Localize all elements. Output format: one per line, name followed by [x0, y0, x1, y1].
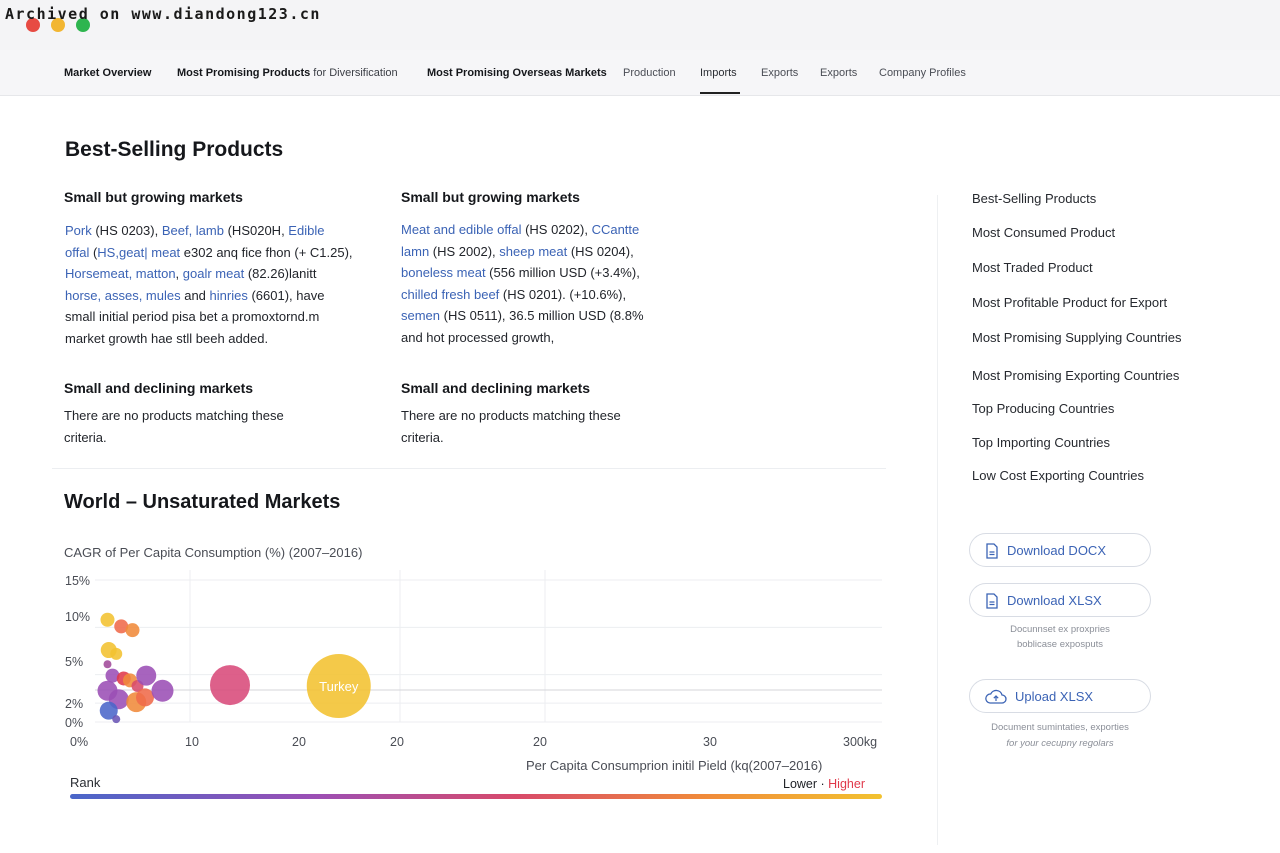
upload-xlsx-label: Upload XLSX: [1015, 689, 1094, 704]
download-hint-line-1: Docunnset ex proxpries: [1010, 624, 1110, 635]
bubble-point: [136, 688, 154, 707]
document-icon: [986, 543, 998, 559]
bubble-label: Turkey: [319, 679, 359, 694]
y-tick-label: 5%: [65, 655, 83, 669]
legend-higher: Higher: [828, 777, 865, 791]
upload-hint-line-2: for your cecupny regolars: [1006, 738, 1114, 749]
y-tick-label: 15%: [65, 574, 90, 588]
x-tick-label: 20: [292, 735, 306, 749]
sidebar-link-most-traded[interactable]: Most Traded Product: [972, 260, 1093, 275]
x-tick-label: 20: [390, 735, 404, 749]
bubble-point: [103, 660, 112, 669]
y-tick-label: 10%: [65, 610, 90, 624]
legend-lower: Lower: [783, 777, 818, 791]
legend-separator: ·: [817, 777, 829, 791]
sidebar-link-most-consumed[interactable]: Most Consumed Product: [972, 225, 1115, 240]
x-tick-label: 20: [533, 735, 547, 749]
download-xlsx-button[interactable]: Download XLSX: [969, 583, 1151, 617]
sidebar-link-exporting-countries[interactable]: Most Promising Exporting Countries: [972, 368, 1179, 383]
rank-label: Rank: [70, 775, 101, 790]
y-tick-label: 2%: [65, 697, 83, 711]
y-tick-label: 0%: [65, 716, 83, 730]
download-docx-label: Download DOCX: [1007, 543, 1106, 558]
download-docx-button[interactable]: Download DOCX: [969, 533, 1151, 567]
upload-hint-line-1: Document sumintaties, exporties: [991, 722, 1129, 733]
x-tick-label: 300kg: [843, 735, 877, 749]
x-axis-label: Per Capita Consumprion initil Pield (kq(…: [526, 758, 822, 773]
sidebar-link-producing-countries[interactable]: Top Producing Countries: [972, 401, 1114, 416]
document-icon: [986, 593, 998, 609]
bubble-point: [110, 647, 123, 660]
unsaturated-markets-chart: 15% 10% 5% 2% 0% 0% 10 20 20 20 30 300kg Per Capita …: [65, 570, 882, 773]
sidebar-divider: [937, 195, 938, 845]
bubble-point: [125, 623, 140, 638]
bubble-point: [210, 665, 250, 706]
bubble-point: [151, 679, 174, 702]
x-tick-label: 0%: [70, 735, 88, 749]
rank-color-bar: [70, 794, 882, 799]
sidebar-link-supplying-countries[interactable]: Most Promising Supplying Countries: [972, 330, 1182, 345]
bubble-point: [112, 715, 121, 724]
sidebar-link-most-profitable[interactable]: Most Profitable Product for Export: [972, 295, 1167, 310]
sidebar-link-importing-countries[interactable]: Top Importing Countries: [972, 435, 1110, 450]
cloud-upload-icon: [985, 689, 1007, 704]
bubble-point: [136, 665, 157, 686]
upload-xlsx-button[interactable]: Upload XLSX: [969, 679, 1151, 713]
sidebar-link-best-selling[interactable]: Best-Selling Products: [972, 191, 1096, 206]
download-hint-line-2: boblicase exposputs: [1016, 639, 1104, 650]
sidebar-link-low-cost-countries[interactable]: Low Cost Exporting Countries: [972, 468, 1144, 483]
download-xlsx-label: Download XLSX: [1007, 593, 1102, 608]
x-tick-label: 30: [703, 735, 717, 749]
bubble-point: [100, 612, 115, 627]
x-tick-label: 10: [185, 735, 199, 749]
rank-legend: Lower · Higher: [783, 777, 865, 791]
